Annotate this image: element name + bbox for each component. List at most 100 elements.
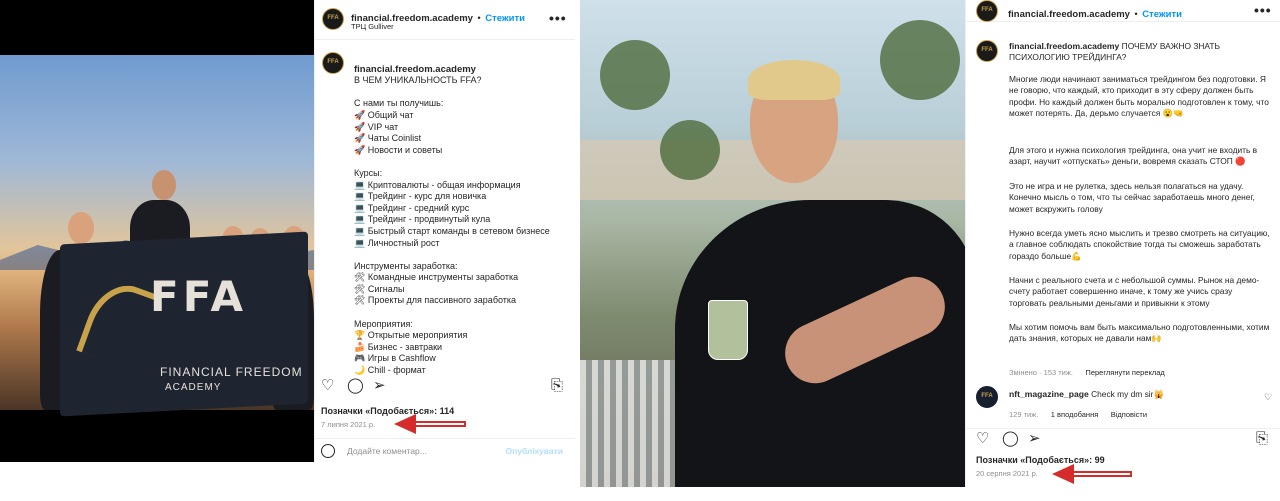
caption-line: 🚀 VIP чат bbox=[354, 121, 399, 132]
comment-icon[interactable]: ◯ bbox=[347, 378, 364, 393]
arrow-shaft bbox=[1070, 471, 1132, 477]
caption-title: В ЧЕМ УНИКАЛЬНОСТЬ FFA? bbox=[354, 75, 482, 86]
more-options-icon[interactable]: ••• bbox=[549, 10, 567, 26]
red-arrow-annotation bbox=[1052, 464, 1132, 484]
comment-text-line: nft_magazine_page Check my dm sir🙀 bbox=[1009, 389, 1259, 400]
caption-line: 🛠 Проекты для пассивного заработка bbox=[354, 295, 517, 306]
caption-line: 🚀 Новости и советы bbox=[354, 144, 443, 155]
share-icon[interactable]: ➢ bbox=[373, 378, 386, 393]
caption-author[interactable]: financial.freedom.academy bbox=[354, 64, 476, 75]
caption-line: 🚀 Чаты Coinlist bbox=[354, 133, 422, 144]
caption-line: 💻 Криптовалюты - общая информация bbox=[354, 179, 521, 190]
caption-line: 💻 Трейдинг - продвинутый кула bbox=[354, 214, 491, 225]
caption-line: Мероприятия: bbox=[354, 318, 413, 329]
caption-line: 💻 Трейдинг - средний курс bbox=[354, 202, 470, 213]
publish-button[interactable]: Опублікувати bbox=[506, 446, 563, 456]
caption-author[interactable]: financial.freedom.academy bbox=[1009, 41, 1119, 51]
username-link[interactable]: financial.freedom.academy bbox=[1008, 9, 1130, 20]
left-post-photo[interactable]: FFA FINANCIAL FREEDOM ACADEMY bbox=[0, 0, 314, 462]
see-translation-link[interactable]: Переглянути переклад bbox=[1085, 368, 1164, 377]
left-post: FFA FINANCIAL FREEDOM ACADEMY financial.… bbox=[0, 0, 575, 462]
likes-count[interactable]: Позначки «Подобається»: 99 bbox=[976, 455, 1105, 465]
ffa-flag-logo: FFA bbox=[150, 272, 248, 321]
red-arrow-annotation bbox=[394, 414, 466, 434]
likes-count[interactable]: Позначки «Подобається»: 114 bbox=[321, 406, 454, 416]
person-2-head bbox=[152, 170, 176, 200]
caption-line: Курсы: bbox=[354, 167, 383, 178]
commenter-username[interactable]: nft_magazine_page bbox=[1009, 389, 1089, 399]
action-bar: ♡ ◯ ➢ ⎘ bbox=[966, 428, 1280, 452]
comment-text: Check my dm sir🙀 bbox=[1091, 389, 1164, 399]
separator-dot: • bbox=[1134, 9, 1138, 20]
caption-line: 🍰 Бизнес - завтраки bbox=[354, 341, 443, 352]
caption-line: 💻 Быстрый старт команды в сетевом бизнес… bbox=[354, 225, 550, 236]
right-post-photo[interactable] bbox=[580, 0, 965, 487]
caption-paragraph-6: Мы хотим помочь вам быть максимально под… bbox=[1009, 322, 1270, 344]
right-post-header: financial.freedom.academy • Стежити ••• bbox=[966, 0, 1280, 22]
caption-paragraph-4: Нужно всегда уметь ясно мыслить и трезво… bbox=[1009, 228, 1270, 261]
comment-likes[interactable]: 1 вподобання bbox=[1051, 410, 1099, 419]
caption-paragraph-3: Это не игра и не рулетка, здесь нельзя п… bbox=[1009, 181, 1255, 214]
caption-edited-meta: Змінено · 153 тиж. bbox=[1009, 368, 1073, 377]
comment-heart-icon[interactable]: ♡ bbox=[1264, 392, 1272, 403]
post-date[interactable]: 7 липня 2021 р. bbox=[321, 420, 375, 429]
comment-age: 129 тиж. bbox=[1009, 410, 1039, 419]
drink-glass bbox=[708, 300, 748, 360]
caption-lines: С нами ты получишь: 🚀 Общий чат 🚀 VIP чат 🚀… bbox=[354, 87, 562, 377]
avatar[interactable] bbox=[976, 0, 998, 22]
arrow-shaft bbox=[412, 421, 466, 427]
commenter-avatar[interactable] bbox=[976, 386, 998, 408]
caption-line: Инструменты заработка: bbox=[354, 260, 458, 271]
caption-avatar[interactable] bbox=[976, 40, 998, 62]
arrow-head bbox=[394, 414, 416, 434]
location-link[interactable]: ТРЦ Gulliver bbox=[351, 22, 394, 31]
caption-line: С нами ты получишь: bbox=[354, 98, 444, 109]
caption-line: 🎮 Игры в Cashflow bbox=[354, 353, 436, 364]
palm-1 bbox=[600, 40, 670, 110]
palm-2 bbox=[880, 20, 960, 100]
caption: financial.freedom.academy ПОЧЕМУ ВАЖНО З… bbox=[1009, 41, 1271, 64]
post-date[interactable]: 20 серпня 2021 р. bbox=[976, 469, 1038, 478]
caption-line bbox=[354, 307, 562, 319]
man-hair bbox=[748, 60, 840, 100]
bookmark-icon[interactable]: ⎘ bbox=[1256, 431, 1268, 446]
caption: financial.freedom.academy В ЧЕМ УНИКАЛЬН… bbox=[354, 52, 562, 388]
more-options-icon[interactable]: ••• bbox=[1254, 2, 1272, 18]
separator-dot: • bbox=[477, 13, 481, 24]
comment-input[interactable]: Додайте коментар... bbox=[347, 446, 427, 456]
caption-line: 🚀 Общий чат bbox=[354, 109, 414, 120]
caption-paragraph-5: Начни с реального счета и с небольшой су… bbox=[1009, 275, 1260, 308]
caption-line: 💻 Трейдинг - курс для новичка bbox=[354, 191, 487, 202]
person-1-head bbox=[68, 212, 94, 244]
bookmark-icon[interactable]: ⎘ bbox=[551, 378, 563, 393]
palm-3 bbox=[660, 120, 720, 180]
follow-button[interactable]: Стежити bbox=[485, 13, 525, 24]
follow-button[interactable]: Стежити bbox=[1142, 9, 1182, 20]
caption-line bbox=[354, 156, 562, 168]
caption-line bbox=[354, 87, 562, 99]
caption-line: 🛠 Командные инструменты заработка bbox=[354, 272, 519, 283]
comment-reply-button[interactable]: Відповісти bbox=[1111, 410, 1147, 419]
comment-icon[interactable]: ◯ bbox=[1002, 431, 1019, 446]
left-post-header: financial.freedom.academy • Стежити ТРЦ … bbox=[315, 0, 575, 40]
caption-line bbox=[354, 249, 562, 261]
share-icon[interactable]: ➢ bbox=[1028, 431, 1041, 446]
arrow-head bbox=[1052, 464, 1074, 484]
caption-avatar[interactable] bbox=[322, 52, 344, 74]
caption-line: 🛠 Сигналы bbox=[354, 283, 405, 294]
ffa-flag-line1: FINANCIAL FREEDOM bbox=[160, 365, 303, 379]
caption-paragraph-2: Для этого и нужна психология трейдинга, … bbox=[1009, 145, 1258, 167]
caption-line: 🏆 Открытые мероприятия bbox=[354, 330, 468, 341]
heart-icon[interactable]: ♡ bbox=[976, 431, 989, 446]
right-post: financial.freedom.academy • Стежити ••• … bbox=[580, 0, 1280, 487]
heart-icon[interactable]: ♡ bbox=[321, 378, 334, 393]
left-post-panel: financial.freedom.academy • Стежити ТРЦ … bbox=[314, 0, 575, 462]
action-bar: ♡ ◯ ➢ ⎘ bbox=[315, 374, 575, 398]
comment-bar: Додайте коментар... Опублікувати bbox=[315, 438, 575, 462]
emoji-icon[interactable] bbox=[321, 444, 335, 458]
caption-paragraph-1: Многие люди начинают заниматься трейдинг… bbox=[1009, 74, 1269, 118]
ffa-flag-line2: ACADEMY bbox=[165, 382, 222, 393]
right-post-panel: financial.freedom.academy • Стежити ••• … bbox=[965, 0, 1280, 487]
avatar[interactable] bbox=[322, 8, 344, 30]
caption-line: 💻 Личностный рост bbox=[354, 237, 440, 248]
